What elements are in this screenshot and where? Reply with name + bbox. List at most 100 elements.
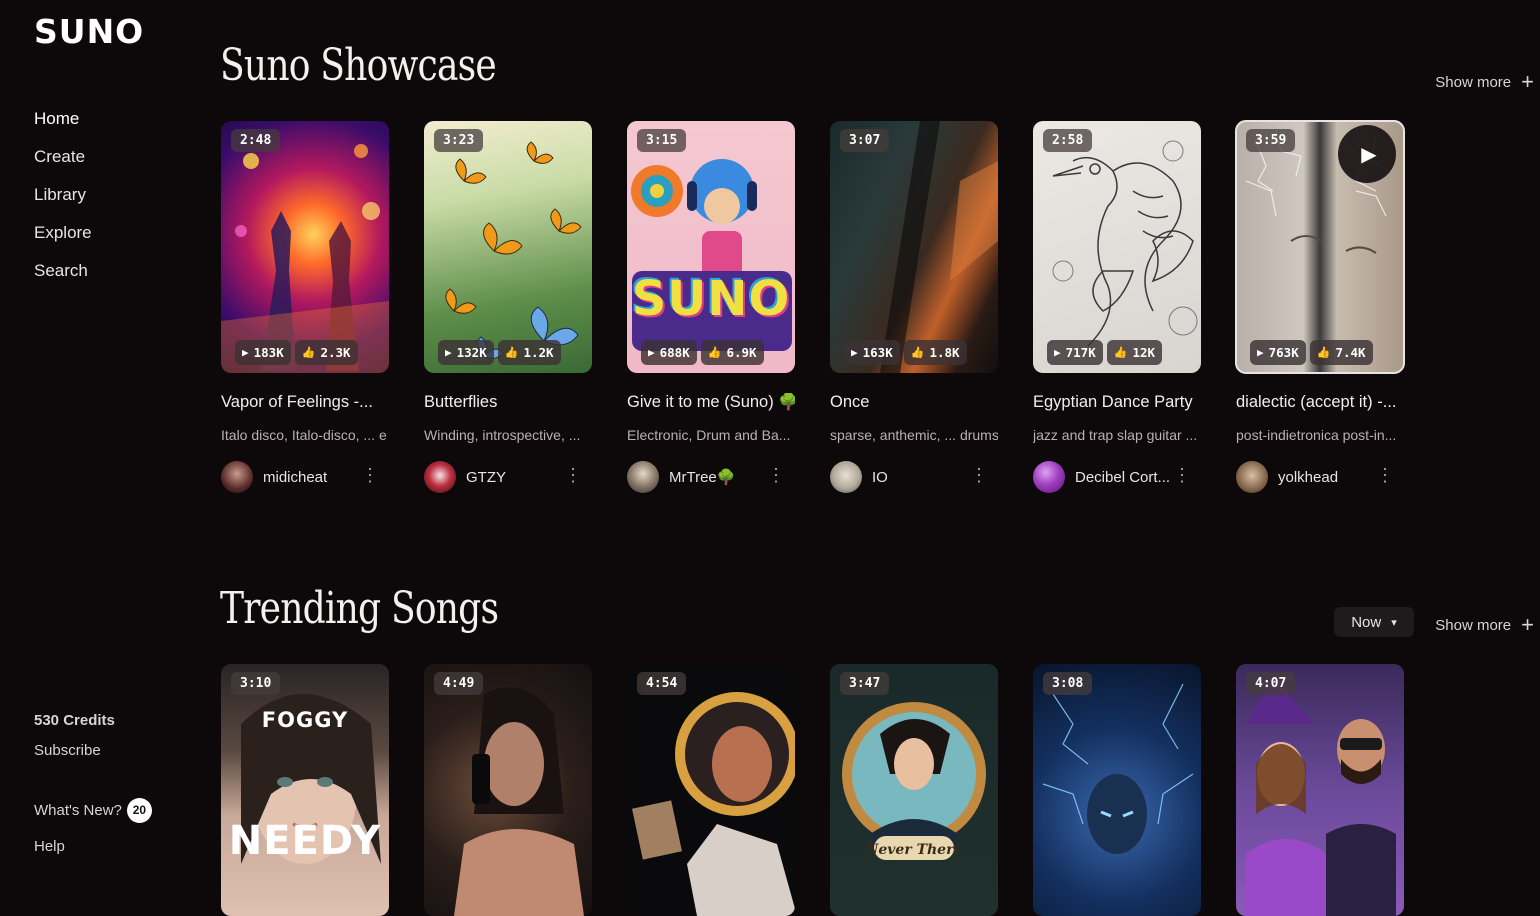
help-link[interactable]: Help bbox=[34, 832, 152, 862]
show-more-label: Show more bbox=[1435, 616, 1512, 634]
avatar[interactable] bbox=[627, 461, 659, 493]
author-name[interactable]: midicheat bbox=[263, 469, 327, 486]
cover-art bbox=[880, 121, 998, 373]
nav-explore[interactable]: Explore bbox=[34, 222, 92, 260]
song-tags[interactable]: Electronic, Drum and Ba... bbox=[627, 427, 795, 447]
play-count: ▶ 163K bbox=[844, 340, 900, 365]
song-card: FOGGY NEEDY 3:10 bbox=[221, 664, 389, 916]
author-name[interactable]: GTZY bbox=[466, 469, 506, 486]
avatar[interactable] bbox=[1033, 461, 1065, 493]
song-title[interactable]: Butterflies bbox=[424, 393, 592, 415]
author-name[interactable]: MrTree🌳 bbox=[669, 468, 735, 486]
nav-create[interactable]: Create bbox=[34, 146, 92, 184]
like-count: 👍 7.4K bbox=[1309, 340, 1373, 365]
duration-badge: 4:49 bbox=[434, 672, 484, 695]
song-title[interactable]: Once bbox=[830, 393, 998, 415]
duration-badge: 3:15 bbox=[637, 129, 687, 152]
song-title[interactable]: Egyptian Dance Party bbox=[1033, 393, 1201, 415]
play-count: ▶ 763K bbox=[1250, 340, 1306, 365]
like-count: 👍 1.2K bbox=[497, 340, 561, 365]
play-button[interactable]: ▶ bbox=[1338, 125, 1396, 183]
song-tags[interactable]: Winding, introspective, ... bbox=[424, 427, 592, 447]
cover-art bbox=[221, 144, 389, 373]
song-cover[interactable]: 4:07 bbox=[1236, 664, 1404, 916]
play-icon: ▶ bbox=[648, 346, 655, 359]
cover-art bbox=[1052, 140, 1198, 347]
like-count-value: 1.8K bbox=[929, 345, 960, 360]
song-tags[interactable]: post-indietronica post-in... bbox=[1236, 427, 1404, 447]
showcase-show-more[interactable]: Show more + bbox=[1435, 71, 1534, 93]
song-stats: ▶ 763K 👍 7.4K bbox=[1250, 340, 1373, 365]
author-row: MrTree🌳 ⋮ bbox=[627, 460, 795, 494]
showcase-header: Suno Showcase Show more + bbox=[220, 40, 1540, 110]
nav-library[interactable]: Library bbox=[34, 184, 92, 222]
more-vertical-icon[interactable]: ⋮ bbox=[767, 466, 785, 484]
whats-new-badge: 20 bbox=[126, 797, 152, 823]
duration-badge: 3:10 bbox=[231, 672, 281, 695]
nav-search[interactable]: Search bbox=[34, 260, 92, 298]
song-title[interactable]: dialectic (accept it) -... bbox=[1236, 393, 1404, 415]
more-vertical-icon[interactable]: ⋮ bbox=[1376, 466, 1394, 484]
song-cover[interactable]: FOGGY NEEDY 3:10 bbox=[221, 664, 389, 916]
song-tags[interactable]: Italo disco, Italo-disco, ... e bbox=[221, 427, 389, 447]
whats-new-link[interactable]: What's New? 20 bbox=[34, 788, 152, 832]
song-stats: ▶ 717K 👍 12K bbox=[1047, 340, 1163, 365]
cover-top-text: FOGGY bbox=[261, 708, 349, 732]
cover-art bbox=[445, 141, 582, 359]
suno-logo[interactable]: SUNO bbox=[34, 12, 144, 51]
more-vertical-icon[interactable]: ⋮ bbox=[361, 466, 379, 484]
song-cover[interactable]: 2:48 ▶ 183K 👍 2.3K bbox=[221, 121, 389, 373]
nav-home[interactable]: Home bbox=[34, 108, 92, 146]
song-cover[interactable]: 3:59 ▶ ▶ 763K 👍 7.4K bbox=[1235, 120, 1405, 374]
song-cover[interactable]: Never There 3:47 bbox=[830, 664, 998, 916]
like-count: 👍 2.3K bbox=[294, 340, 358, 365]
play-count: ▶ 132K bbox=[438, 340, 494, 365]
time-filter-dropdown[interactable]: Now ▾ bbox=[1334, 607, 1414, 637]
song-tags[interactable]: jazz and trap slap guitar ... bbox=[1033, 427, 1201, 447]
trending-show-more[interactable]: Show more + bbox=[1435, 614, 1534, 636]
subscribe-link[interactable]: Subscribe bbox=[34, 740, 152, 788]
song-cover[interactable]: SUNO 3:15 ▶ 688K 👍 6.9K bbox=[627, 121, 795, 373]
song-card: 2:58 ▶ 717K 👍 12K Egyptian Dance Party jaz… bbox=[1033, 121, 1201, 494]
trending-title: Trending Songs bbox=[220, 583, 499, 634]
play-count: ▶ 717K bbox=[1047, 340, 1103, 365]
author-name[interactable]: IO bbox=[872, 469, 888, 486]
avatar[interactable] bbox=[830, 461, 862, 493]
duration-badge: 3:07 bbox=[840, 129, 890, 152]
duration-badge: 3:08 bbox=[1043, 672, 1093, 695]
thumbs-up-icon: 👍 bbox=[301, 346, 316, 359]
song-cover[interactable]: 3:07 ▶ 163K 👍 1.8K bbox=[830, 121, 998, 373]
avatar[interactable] bbox=[221, 461, 253, 493]
song-cover[interactable]: 3:08 bbox=[1033, 664, 1201, 916]
more-vertical-icon[interactable]: ⋮ bbox=[564, 466, 582, 484]
avatar[interactable] bbox=[424, 461, 456, 493]
avatar[interactable] bbox=[1236, 461, 1268, 493]
song-cover[interactable]: 3:23 ▶ 132K 👍 1.2K bbox=[424, 121, 592, 373]
duration-badge: 2:48 bbox=[231, 129, 281, 152]
author-name[interactable]: yolkhead bbox=[1278, 469, 1338, 486]
song-cover[interactable]: 4:49 bbox=[424, 664, 592, 916]
author-name[interactable]: Decibel Cort... bbox=[1075, 469, 1170, 486]
plus-icon: + bbox=[1521, 69, 1534, 94]
song-card: 3:08 bbox=[1033, 664, 1201, 916]
song-card: SUNO 3:15 ▶ 688K 👍 6.9K Give it to me (Sun… bbox=[627, 121, 795, 494]
author-row: yolkhead ⋮ bbox=[1236, 460, 1404, 494]
time-filter-label: Now bbox=[1351, 613, 1382, 631]
more-vertical-icon[interactable]: ⋮ bbox=[970, 466, 988, 484]
like-count-value: 1.2K bbox=[523, 345, 554, 360]
more-vertical-icon[interactable]: ⋮ bbox=[1173, 466, 1191, 484]
song-stats: ▶ 183K 👍 2.3K bbox=[235, 340, 358, 365]
credits-count[interactable]: 530 Credits bbox=[34, 710, 152, 740]
like-count: 👍 6.9K bbox=[700, 340, 764, 365]
song-title[interactable]: Give it to me (Suno) 🌳 bbox=[627, 393, 795, 415]
song-cover[interactable]: 4:54 bbox=[627, 664, 795, 916]
song-title[interactable]: Vapor of Feelings -... bbox=[221, 393, 389, 415]
song-cover[interactable]: 2:58 ▶ 717K 👍 12K bbox=[1033, 121, 1201, 373]
thumbs-up-icon: 👍 bbox=[707, 346, 722, 359]
cover-art bbox=[842, 702, 986, 860]
song-tags[interactable]: sparse, anthemic, ... drums bbox=[830, 427, 998, 447]
chevron-down-icon: ▾ bbox=[1391, 616, 1397, 629]
like-count-value: 7.4K bbox=[1335, 345, 1366, 360]
play-count-value: 688K bbox=[659, 345, 690, 360]
song-stats: ▶ 688K 👍 6.9K bbox=[641, 340, 764, 365]
